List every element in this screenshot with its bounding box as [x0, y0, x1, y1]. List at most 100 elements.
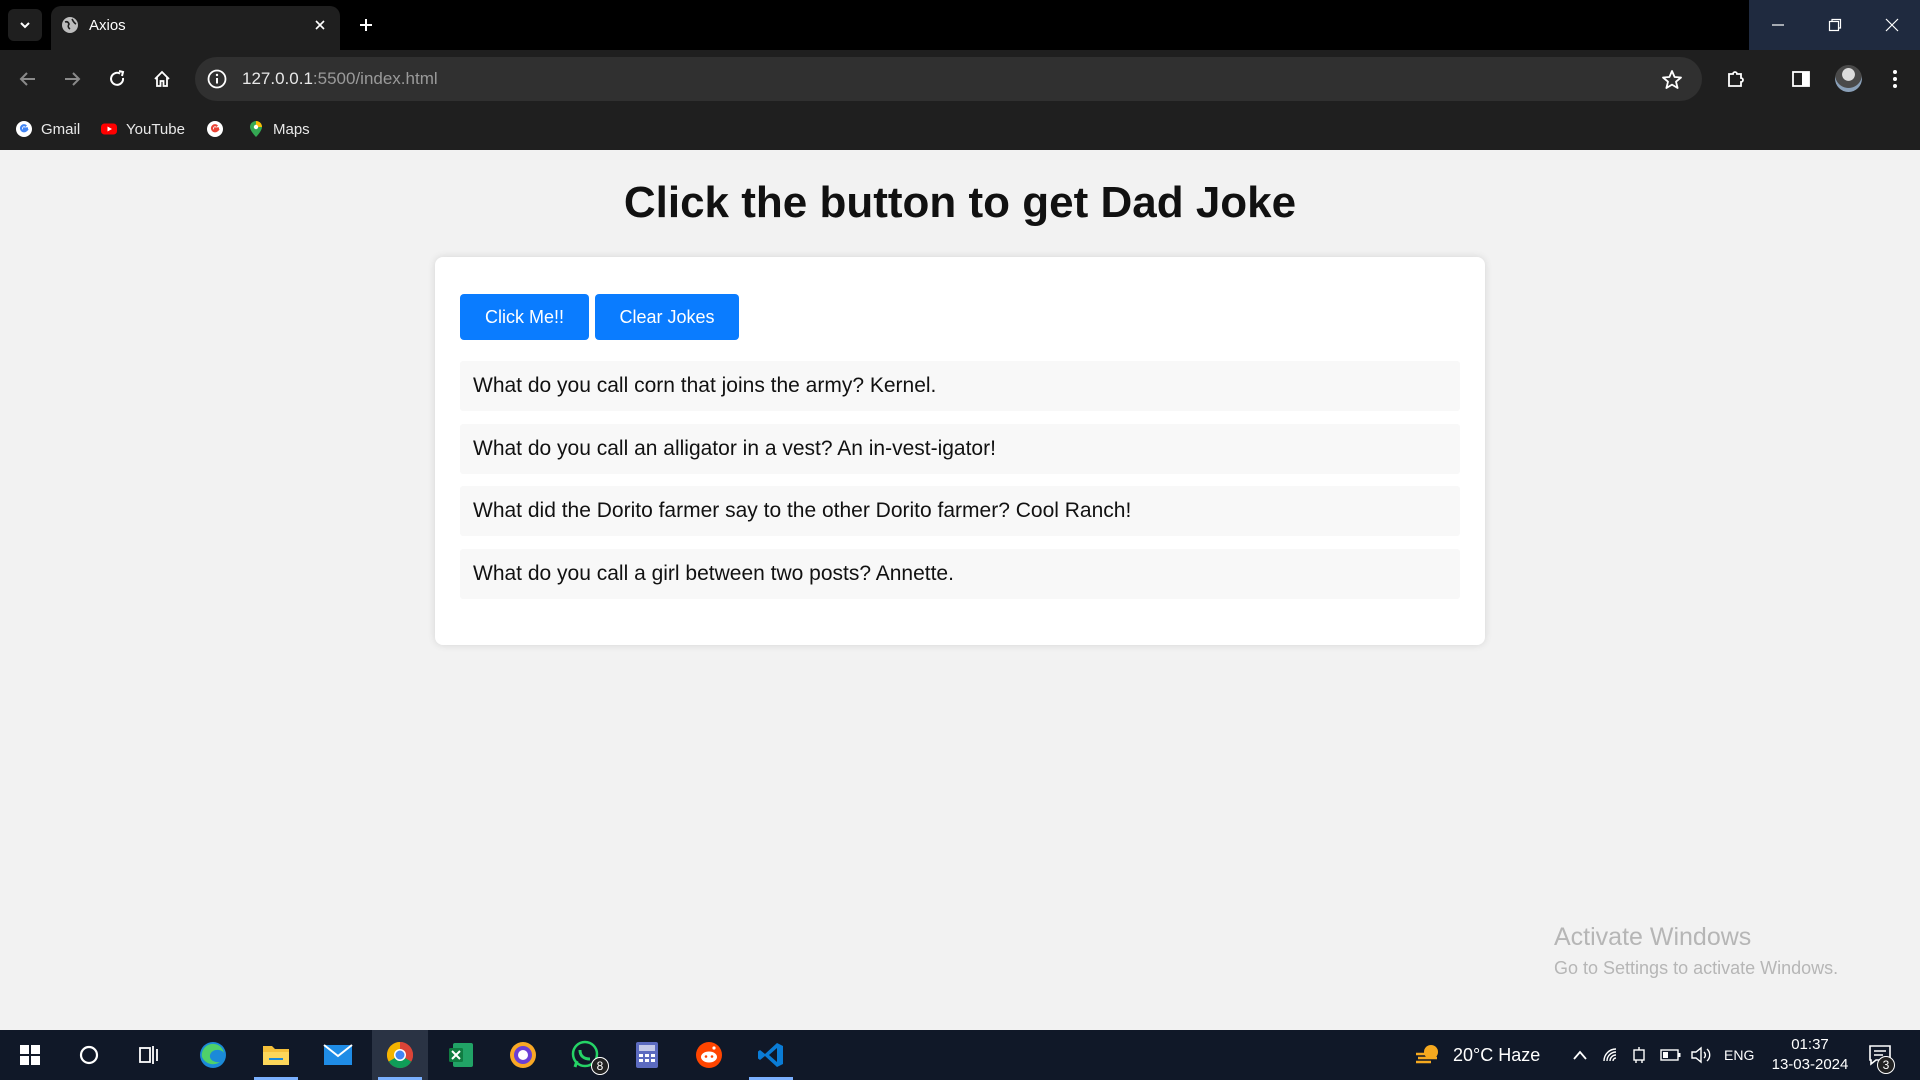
mail-icon [323, 1044, 353, 1065]
more-vertical-icon [1893, 70, 1897, 88]
chevron-up-icon [1573, 1050, 1587, 1060]
watermark-title: Activate Windows [1554, 923, 1752, 951]
taskbar-brave[interactable] [495, 1030, 551, 1080]
haze-weather-icon [1416, 1045, 1438, 1064]
bookmark-label: Gmail [41, 120, 81, 138]
taskbar-edge[interactable] [185, 1030, 241, 1080]
profile-avatar[interactable] [1835, 65, 1862, 92]
taskbar-whatsapp[interactable]: 8 [557, 1030, 613, 1080]
joke-item: What do you call corn that joins the arm… [460, 361, 1460, 411]
start-button[interactable] [2, 1030, 58, 1080]
browser-tab[interactable]: Axios [51, 6, 340, 50]
browser-toolbar: 127.0.0.1:5500/index.html [0, 50, 1920, 108]
youtube-icon [101, 123, 117, 135]
bookmark-gmail[interactable]: Gmail [15, 117, 80, 141]
bookmark-label: Maps [273, 120, 310, 138]
globe-icon [62, 17, 78, 33]
puzzle-icon [1728, 71, 1744, 87]
clock[interactable]: 01:37 13-03-2024 [1762, 1035, 1858, 1075]
reload-button[interactable] [102, 64, 132, 94]
bookmark-google[interactable] [206, 117, 224, 141]
taskbar-mail[interactable] [310, 1030, 366, 1080]
home-icon [154, 70, 170, 87]
device-icon [1633, 1047, 1645, 1063]
side-panel-button[interactable] [1786, 64, 1816, 94]
taskbar-calculator[interactable] [619, 1030, 675, 1080]
taskbar-excel[interactable] [433, 1030, 489, 1080]
wifi-icon [1603, 1048, 1617, 1062]
extensions-button[interactable] [1721, 64, 1751, 94]
clock-date: 13-03-2024 [1771, 1056, 1849, 1073]
taskbar-chrome[interactable] [372, 1030, 428, 1080]
clear-jokes-button[interactable]: Clear Jokes [595, 294, 739, 340]
edge-icon [200, 1042, 226, 1068]
folder-icon [263, 1046, 289, 1065]
taskbar-vscode[interactable] [743, 1030, 799, 1080]
battery-button[interactable] [1660, 1030, 1682, 1080]
minimize-button[interactable] [1749, 0, 1806, 50]
taskbar: 8 20°C Haze ENG 01:37 13-03-2024 3 [0, 1030, 1920, 1080]
bookmark-maps[interactable]: Maps [247, 117, 310, 141]
maps-icon [250, 121, 262, 137]
browser-menu-button[interactable] [1880, 64, 1910, 94]
back-button[interactable] [13, 64, 43, 94]
reload-icon [110, 70, 125, 86]
task-view-button[interactable] [121, 1030, 177, 1080]
search-button[interactable] [61, 1030, 117, 1080]
joke-item: What do you call a girl between two post… [460, 549, 1460, 599]
plus-icon [360, 19, 372, 31]
volume-button[interactable] [1690, 1030, 1712, 1080]
bookmark-youtube[interactable]: YouTube [100, 117, 185, 141]
joke-item: What do you call an alligator in a vest?… [460, 424, 1460, 474]
chevron-down-icon [20, 22, 30, 29]
restore-button[interactable] [1806, 0, 1863, 50]
window-close-button[interactable] [1863, 0, 1920, 50]
arrow-right-icon [65, 72, 81, 86]
reddit-icon [696, 1042, 722, 1068]
battery-icon [1660, 1049, 1681, 1061]
site-info-icon[interactable] [206, 68, 228, 90]
url-text: 127.0.0.1:5500/index.html [242, 69, 438, 89]
restore-icon [1828, 18, 1841, 32]
input-language[interactable]: ENG [1724, 1030, 1754, 1080]
show-hidden-icons-button[interactable] [1572, 1030, 1588, 1080]
tab-strip: Axios [0, 0, 1920, 50]
speaker-icon [1691, 1046, 1711, 1064]
google-icon [16, 121, 32, 137]
device-button[interactable] [1632, 1030, 1646, 1080]
tab-close-button[interactable] [308, 13, 332, 37]
tab-search-button[interactable] [8, 9, 42, 41]
google-icon [207, 121, 223, 137]
tab-title: Axios [89, 17, 126, 34]
bookmark-star-icon[interactable] [1660, 68, 1684, 92]
page-title: Click the button to get Dad Joke [623, 178, 1297, 227]
windows-icon [20, 1045, 40, 1065]
shield-browser-icon [510, 1042, 536, 1068]
home-button[interactable] [147, 64, 177, 94]
watermark-subtitle: Go to Settings to activate Windows. [1554, 958, 1839, 978]
close-icon [1885, 18, 1898, 32]
get-joke-button[interactable]: Click Me!! [460, 294, 589, 340]
weather-text: 20°C Haze [1453, 1044, 1541, 1065]
url-host: 127.0.0.1 [242, 69, 313, 88]
task-view-icon [139, 1046, 158, 1064]
excel-icon [449, 1043, 473, 1067]
taskbar-file-explorer[interactable] [248, 1030, 304, 1080]
weather-widget[interactable]: 20°C Haze [1413, 1030, 1540, 1080]
joke-item: What did the Dorito farmer say to the ot… [460, 486, 1460, 536]
clock-time: 01:37 [1791, 1036, 1829, 1053]
network-button[interactable] [1602, 1030, 1622, 1080]
calculator-icon [636, 1042, 658, 1068]
bookmark-label: YouTube [126, 120, 185, 138]
taskbar-reddit[interactable] [681, 1030, 737, 1080]
activation-watermark: Activate Windows Go to Settings to activ… [1554, 923, 1838, 979]
forward-button[interactable] [57, 64, 87, 94]
side-panel-icon [1792, 71, 1810, 87]
arrow-left-icon [19, 72, 35, 86]
minimize-icon [1771, 24, 1784, 26]
search-circle-icon [79, 1045, 99, 1065]
vscode-icon [758, 1043, 783, 1067]
address-bar[interactable]: 127.0.0.1:5500/index.html [195, 57, 1702, 101]
close-icon [315, 20, 325, 30]
new-tab-button[interactable] [352, 11, 380, 39]
